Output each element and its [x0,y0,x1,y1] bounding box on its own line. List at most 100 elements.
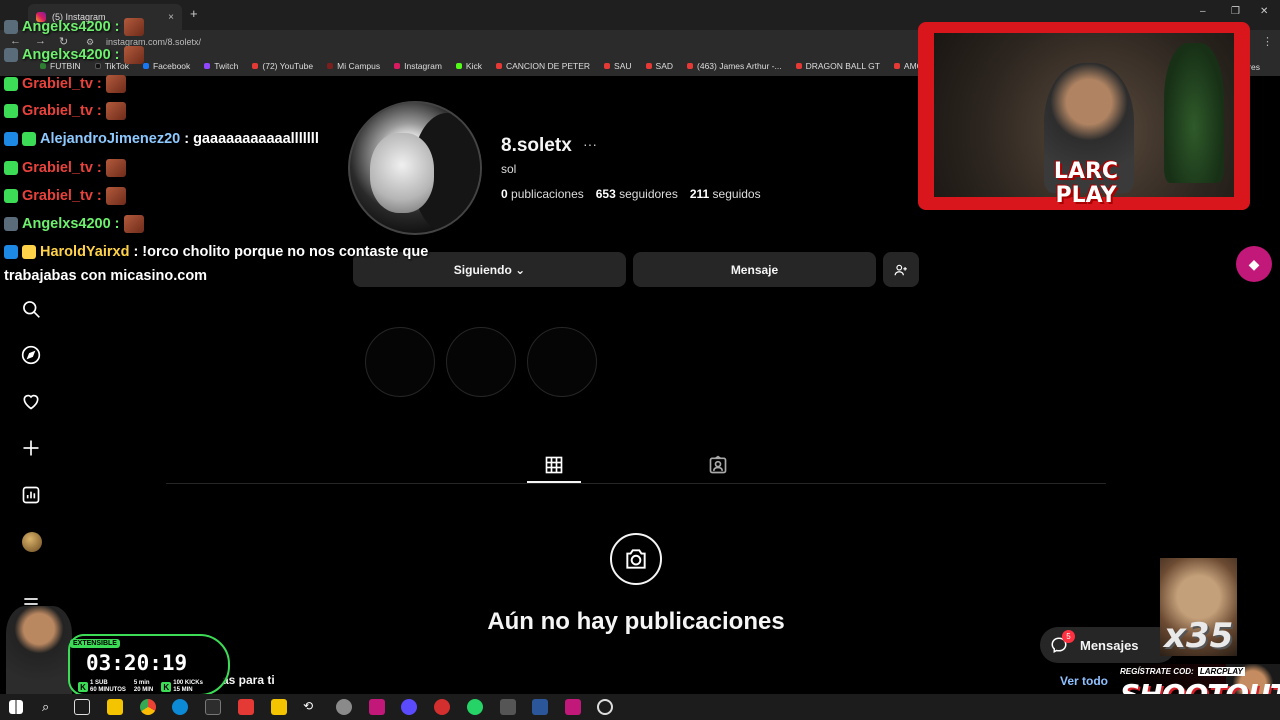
capcut-icon[interactable]: ⟲ [303,699,319,715]
minimize-button[interactable]: – [1200,6,1206,17]
chat-badge-icon [4,20,18,34]
new-tab-button[interactable]: + [190,6,198,21]
story-highlight[interactable] [446,327,516,397]
bookmark-item[interactable]: CANCION DE PETER [495,61,590,71]
app-pink2-icon[interactable] [565,699,581,715]
story-highlight[interactable] [365,327,435,397]
following-stat[interactable]: 211 seguidos [690,187,761,201]
larc-play-logo: LARC PLAY [1053,159,1119,208]
bookmark-item[interactable]: Twitch [204,61,238,71]
see-all-link[interactable]: Ver todo [1060,674,1108,688]
explore-icon[interactable] [21,345,41,365]
chat-badge-icon [4,104,18,118]
profile-avatar[interactable] [22,532,42,552]
profile-picture-face [370,133,434,213]
windows-taskbar [0,694,1280,720]
profile-username: 8.soletx [501,135,572,156]
bookmark-item[interactable]: Mi Campus [327,61,380,71]
story-highlight[interactable] [527,327,597,397]
heart-icon[interactable] [21,391,41,411]
posts-grid-icon[interactable] [544,455,564,475]
chrome-icon[interactable] [140,699,156,715]
profile-full-name: sol [501,162,517,176]
search-icon[interactable] [21,299,41,319]
add-person-icon [894,264,907,275]
chat-badge-icon [4,217,18,231]
chat-message: Angelxs4200: [4,215,144,233]
streamer-avatar [6,606,72,698]
chat-emote [105,187,126,205]
obs-icon[interactable] [401,699,417,715]
sponsor-code-line: REGÍSTRATE COD: LARCPLAY [1118,667,1245,676]
calculator-icon[interactable] [500,699,516,715]
close-window-button[interactable]: ✕ [1260,6,1268,17]
search-taskbar-icon[interactable]: ⌕ [42,699,58,715]
folder-icon[interactable] [271,699,287,715]
bookmark-item[interactable]: (72) YouTube [252,61,313,71]
messages-label: Mensajes [1080,637,1139,653]
discord-icon[interactable] [205,699,221,715]
chat-badge-icon [4,77,18,91]
chat-message: Grabiel_tv: [4,187,126,205]
whatsapp-icon[interactable] [467,699,483,715]
suggest-people-button[interactable] [883,252,919,287]
dashboard-icon[interactable] [21,485,41,505]
christmas-tree [1164,43,1224,183]
active-tab-indicator [527,481,581,483]
profile-stats: 0 publicaciones 653 seguidores 211 segui… [501,187,761,201]
task-view-icon[interactable] [74,699,90,715]
bookmark-item[interactable]: SAU [604,61,632,71]
timer-info: K1 SUB 60 MINUTOS 5 min 20 MIN K 100 KICKs 1… [78,680,203,694]
browser-menu-icon[interactable]: ⋮ [1262,35,1273,48]
chat-emote [123,46,144,64]
bookmark-item[interactable]: Instagram [394,61,442,71]
chat-message-continued: trabajabas con micasino.com [4,268,208,284]
extension-gem-icon[interactable]: ◆ [1236,246,1272,282]
chat-message: Angelxs4200: [4,18,144,36]
app-red-icon[interactable] [238,699,254,715]
sponsor-code: LARCPLAY [1197,667,1245,676]
chat-badge-icon [4,189,18,203]
chat-message: HaroldYairxd : !orco cholito porque no n… [4,244,428,260]
bookmark-item[interactable]: Kick [455,61,482,71]
bookmark-item[interactable]: SAD [645,61,673,71]
chat-emote [105,75,126,93]
create-plus-icon[interactable] [21,438,41,458]
bookmark-item[interactable]: DRAGON BALL GT [795,61,880,71]
timer-label: EXTENSIBLE [70,639,120,648]
app-circle-icon[interactable] [597,699,613,715]
bookmark-item[interactable]: Facebook [142,61,190,71]
chat-emote [123,215,144,233]
kick-coin-icon: K [161,682,172,692]
tagged-icon[interactable] [708,455,728,475]
app-record-icon[interactable] [434,699,450,715]
steam-icon[interactable] [336,699,352,715]
chat-message: AlejandroJimenez20 : gaaaaaaaaaaalllllll [4,131,319,147]
app-pink-icon[interactable] [369,699,385,715]
tab-close-icon[interactable]: × [168,12,174,23]
chat-badge-icon [22,132,36,146]
chat-badge-icon [4,132,18,146]
profile-tabs-divider [166,483,1106,484]
edge-icon[interactable] [172,699,188,715]
messages-unread-badge: 5 [1062,630,1075,643]
suggestions-label: as para ti [222,673,275,687]
posts-stat: 0 publicaciones [501,187,584,201]
chat-badge-icon [4,161,18,175]
message-button[interactable]: Mensaje [633,252,876,287]
profile-options-icon[interactable]: ··· [583,136,597,152]
file-explorer-icon[interactable] [107,699,123,715]
followers-stat[interactable]: 653 seguidores [596,187,678,201]
windows-start-icon[interactable] [9,700,23,714]
chat-badge-icon [22,245,36,259]
profile-picture[interactable] [348,101,482,235]
chat-emote [105,102,126,120]
chat-emote [123,18,144,36]
maximize-button[interactable]: ❐ [1231,6,1240,17]
messages-button[interactable]: Mensajes [1040,627,1176,663]
bookmark-item[interactable]: (463) James Arthur -... [687,61,782,71]
chat-message: Grabiel_tv: [4,75,126,93]
word-icon[interactable] [532,699,548,715]
kick-logo-icon: K [78,682,88,692]
chat-badge-icon [4,245,18,259]
